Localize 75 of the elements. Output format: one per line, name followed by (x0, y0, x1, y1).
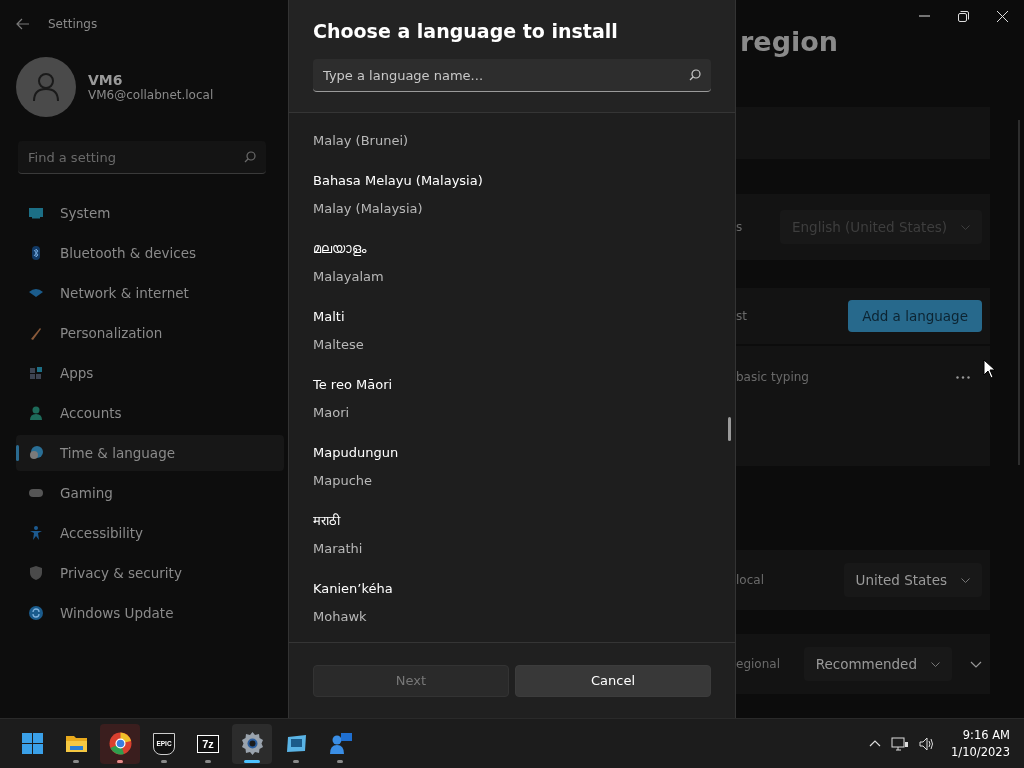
more-icon[interactable] (956, 375, 970, 379)
setting-label: egional (736, 657, 780, 671)
user-name: VM6 (88, 72, 124, 88)
language-english-name[interactable]: Mohawk (313, 603, 711, 631)
taskbar-app[interactable] (232, 723, 272, 764)
language-native-name[interactable]: Mapudungun (313, 439, 711, 467)
sidebar-item[interactable]: System (16, 195, 284, 231)
page-title: region (740, 26, 838, 57)
language-native-name[interactable]: മലയാളം (313, 235, 711, 263)
dialog-title: Choose a language to install (313, 20, 619, 42)
language-native-name[interactable]: Kanien’kéha (313, 575, 711, 603)
windows-logo-icon (19, 731, 45, 756)
dialog-button[interactable]: Cancel (515, 664, 711, 697)
dropdown[interactable]: Recommended (803, 647, 952, 681)
sidebar-item[interactable]: Gaming (16, 475, 284, 511)
app-logo: 7z (197, 734, 219, 753)
search-icon[interactable] (689, 69, 701, 81)
window-title: Settings (48, 17, 98, 31)
clock[interactable]: 9:16 AM 1/10/2023 (951, 726, 1010, 761)
person-chat-icon (327, 731, 353, 756)
language-english-name[interactable]: Malayalam (313, 263, 711, 291)
browser-icon (107, 731, 133, 756)
sidebar-item[interactable]: Accounts (16, 395, 284, 431)
sidebar-item[interactable]: Privacy & security (16, 555, 284, 591)
nav-icon (28, 445, 44, 461)
chevron-down-icon (961, 224, 970, 230)
search-icon[interactable] (244, 151, 256, 163)
language-native-name[interactable]: Bahasa Melayu (Malaysia) (313, 167, 711, 195)
dropdown[interactable]: United States (843, 563, 982, 597)
nav-icon (28, 525, 44, 541)
scrollbar-thumb[interactable] (728, 417, 731, 441)
setting-label: s (736, 220, 743, 234)
sidebar-item[interactable]: Windows Update (16, 595, 284, 631)
user-email: VM6@collabnet.local (88, 88, 214, 102)
language-english-name[interactable]: Maori (313, 399, 711, 427)
network-icon[interactable] (891, 735, 910, 752)
chevron-down-icon (961, 577, 970, 583)
sidebar-item[interactable]: Network & internet (16, 275, 284, 311)
gear-icon (239, 731, 265, 756)
setting-label: local (736, 573, 764, 587)
chevron-up-icon[interactable] (869, 740, 882, 747)
volume-icon[interactable] (919, 736, 936, 751)
taskbar-app[interactable]: 7z (188, 723, 228, 764)
language-english-name[interactable]: Mapuche (313, 467, 711, 495)
sidebar-item[interactable]: Time & language (16, 435, 284, 471)
expand-chevron-icon[interactable] (970, 660, 982, 668)
mouse-cursor-icon (983, 359, 996, 379)
sidebar-item[interactable]: Apps (16, 355, 284, 391)
nav-icon (28, 205, 44, 221)
clock-date: 1/10/2023 (951, 743, 1010, 761)
sidebar-item[interactable]: Personalization (16, 315, 284, 351)
nav-icon (28, 325, 44, 341)
setting-label: st (736, 309, 747, 323)
setting-label: basic typing (736, 370, 809, 384)
restore-icon[interactable] (958, 10, 969, 22)
language-native-name[interactable]: Te reo Māori (313, 371, 711, 399)
chevron-down-icon (931, 661, 940, 667)
language-native-name[interactable]: मराठी (313, 507, 711, 535)
clock-time: 9:16 AM (962, 726, 1010, 744)
sidebar-item[interactable]: Accessibility (16, 515, 284, 551)
language-english-name[interactable]: Malay (Brunei) (313, 127, 711, 155)
nav-icon (28, 605, 44, 621)
nav-icon (28, 565, 44, 581)
language-english-name[interactable]: Marathi (313, 535, 711, 563)
taskbar-app[interactable] (100, 723, 140, 764)
sidebar-item[interactable]: Bluetooth & devices (16, 235, 284, 271)
language-native-name[interactable]: Malti (313, 303, 711, 331)
language-english-name[interactable]: Maltese (313, 331, 711, 359)
nav-icon (28, 365, 44, 381)
close-icon[interactable] (997, 10, 1008, 22)
back-arrow-icon[interactable] (16, 18, 30, 30)
language-english-name[interactable]: Malay (Malaysia) (313, 195, 711, 223)
nav-icon (28, 405, 44, 421)
user-avatar (16, 57, 76, 117)
search-field[interactable]: Type a language name... (313, 59, 711, 92)
